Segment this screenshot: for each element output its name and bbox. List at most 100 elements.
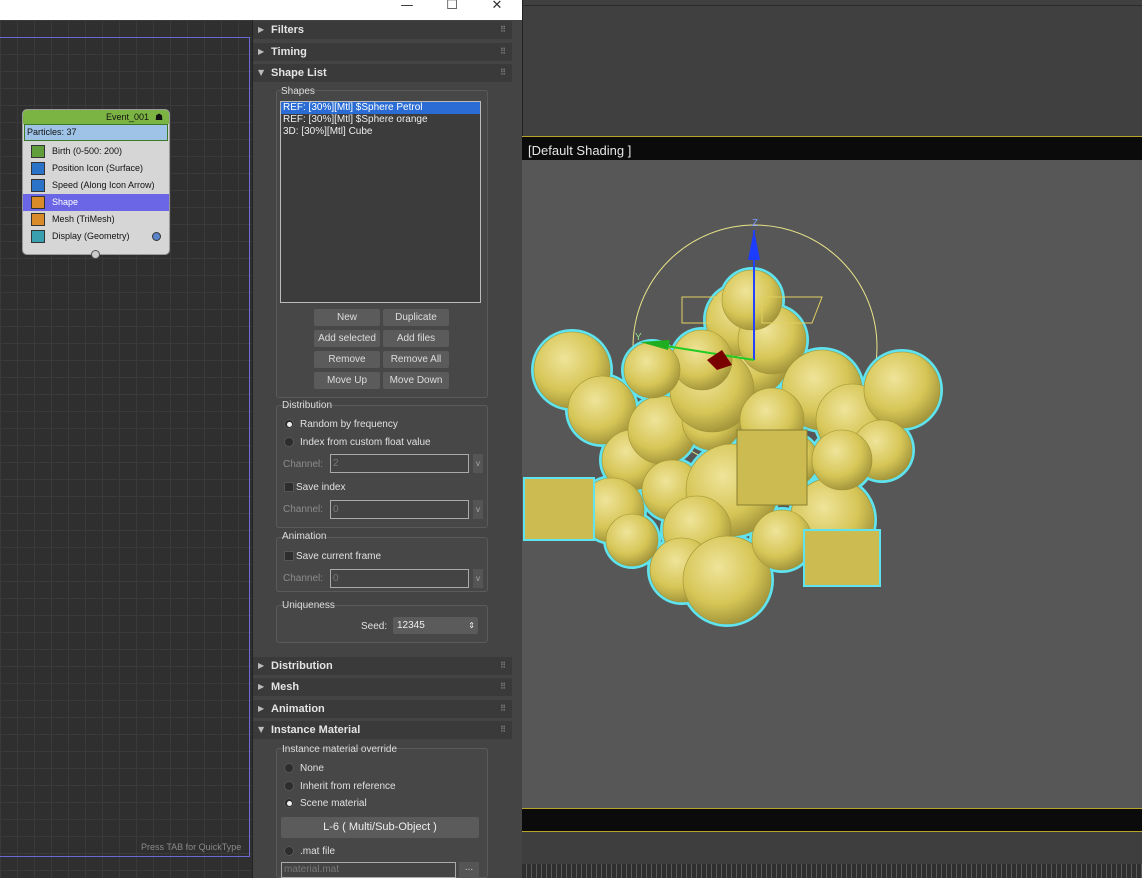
rollout-timing-label: Timing [271, 46, 307, 58]
rollout-distribution[interactable]: ▶ Distribution ⠿ [253, 657, 512, 675]
minimize-button[interactable]: — [390, 0, 424, 20]
add-selected-button[interactable]: Add selected [314, 330, 380, 347]
expand-arrow-icon: ▶ [258, 25, 265, 34]
rollout-filters[interactable]: ▶ Filters ⠿ [253, 21, 512, 39]
mat-file-field[interactable]: material.mat [281, 862, 456, 878]
viewport[interactable]: Z Y [522, 160, 1142, 808]
shape-icon [31, 196, 45, 209]
gizmo-z-arrow [748, 230, 760, 260]
grip-icon: ⠿ [500, 661, 506, 670]
custom-float-label: Index from custom float value [300, 437, 431, 448]
instance-material-title: Instance material override [282, 744, 398, 755]
channel-label: Channel: [283, 459, 324, 470]
event-node[interactable]: Event_001 ☗ Particles: 37 Birth (0-500: … [22, 109, 170, 255]
operator-label: Mesh (TriMesh) [52, 214, 115, 224]
material-none-label: None [300, 763, 324, 774]
list-item[interactable]: REF: [30%][Mtl] $Sphere orange [281, 114, 480, 126]
save-frame-checkbox[interactable] [284, 551, 294, 561]
birth-icon [31, 145, 45, 158]
quicktype-hint: Press TAB for QuickType [141, 842, 242, 852]
expand-arrow-icon: ▶ [258, 682, 265, 691]
list-item[interactable]: 3D: [30%][Mtl] Cube [281, 126, 480, 138]
operator-item[interactable]: Birth (0-500: 200) [23, 143, 169, 160]
operator-item[interactable]: Position Icon (Surface) [23, 160, 169, 177]
viewport-bottom-bar [522, 808, 1142, 832]
grip-icon: ⠿ [500, 25, 506, 34]
material-inherit-radio[interactable] [284, 781, 294, 791]
operator-label: Speed (Along Icon Arrow) [52, 180, 155, 190]
expand-arrow-icon: ▶ [258, 47, 265, 56]
list-item[interactable]: REF: [30%][Mtl] $Sphere Petrol [281, 102, 480, 114]
event-pin-icon[interactable]: ☗ [155, 112, 165, 122]
close-button[interactable]: ✕ [480, 0, 514, 20]
maximize-button[interactable]: ☐ [435, 0, 469, 20]
operator-label: Birth (0-500: 200) [52, 146, 123, 156]
remove-all-button[interactable]: Remove All [383, 351, 449, 368]
speed-icon [31, 179, 45, 192]
material-none-radio[interactable] [284, 763, 294, 773]
save-index-checkbox[interactable] [284, 482, 294, 492]
collapse-arrow-icon: ▼ [258, 68, 265, 77]
new-button[interactable]: New [314, 309, 380, 326]
channel-dropdown-arrow[interactable]: v [473, 454, 483, 473]
rollout-instance-material-label: Instance Material [271, 724, 361, 736]
add-files-button[interactable]: Add files [383, 330, 449, 347]
expand-arrow-icon: ▶ [258, 704, 265, 713]
operator-item[interactable]: Display (Geometry) [23, 228, 169, 245]
channel-dropdown-arrow[interactable]: v [473, 500, 483, 519]
move-down-button[interactable]: Move Down [383, 372, 449, 389]
distribution-group-title: Distribution [282, 400, 333, 411]
timeline-ruler[interactable] [522, 864, 1142, 878]
random-frequency-radio[interactable] [284, 419, 294, 429]
seed-spinner[interactable]: 12345 ⇕ [393, 617, 478, 634]
random-frequency-label: Random by frequency [300, 419, 398, 430]
channel-dropdown-arrow[interactable]: v [473, 569, 483, 588]
channel-field[interactable]: 2 [330, 454, 469, 473]
rollout-mesh[interactable]: ▶ Mesh ⠿ [253, 678, 512, 696]
mat-file-radio[interactable] [284, 846, 294, 856]
cube-particle [523, 477, 595, 541]
grip-icon: ⠿ [500, 704, 506, 713]
browse-button[interactable]: ... [459, 862, 479, 878]
material-scene-radio[interactable] [284, 798, 294, 808]
operator-item[interactable]: Shape [23, 194, 169, 211]
seed-value: 12345 [397, 620, 425, 631]
move-up-button[interactable]: Move Up [314, 372, 380, 389]
rollout-shape-list-label: Shape List [271, 67, 327, 79]
save-frame-label: Save current frame [296, 551, 382, 562]
shapes-listbox[interactable]: REF: [30%][Mtl] $Sphere Petrol REF: [30%… [280, 101, 481, 303]
rollout-timing[interactable]: ▶ Timing ⠿ [253, 43, 512, 61]
operator-item[interactable]: Speed (Along Icon Arrow) [23, 177, 169, 194]
seed-label: Seed: [361, 621, 388, 632]
rollout-shape-list[interactable]: ▼ Shape List ⠿ [253, 64, 512, 82]
viewport-scene: Z Y [523, 218, 943, 627]
spinner-arrows-icon[interactable]: ⇕ [468, 617, 475, 634]
remove-button[interactable]: Remove [314, 351, 380, 368]
event-output-socket[interactable] [91, 250, 100, 259]
operator-item[interactable]: Mesh (TriMesh) [23, 211, 169, 228]
mat-file-label: .mat file [300, 846, 336, 857]
shapes-group-title: Shapes [281, 86, 315, 97]
save-index-label: Save index [296, 482, 346, 493]
custom-float-radio[interactable] [284, 437, 294, 447]
divider [522, 5, 1142, 6]
grip-icon: ⠿ [500, 725, 506, 734]
channel-field[interactable]: 0 [330, 569, 469, 588]
rollout-instance-material[interactable]: ▼ Instance Material ⠿ [253, 721, 512, 739]
display-color-swatch[interactable] [152, 232, 161, 241]
rollout-animation[interactable]: ▶ Animation ⠿ [253, 700, 512, 718]
sphere-particle [863, 351, 941, 429]
event-node-header[interactable]: Event_001 [23, 110, 169, 124]
sphere-particle [623, 341, 681, 399]
operator-label: Position Icon (Surface) [52, 163, 144, 173]
scene-material-button[interactable]: L-6 ( Multi/Sub-Object ) [281, 817, 479, 838]
operator-label: Display (Geometry) [52, 231, 130, 241]
rollout-distribution-label: Distribution [271, 660, 333, 672]
duplicate-button[interactable]: Duplicate [383, 309, 449, 326]
gizmo-z-label: Z [752, 218, 758, 229]
material-scene-label: Scene material [300, 798, 367, 809]
channel-field[interactable]: 0 [330, 500, 469, 519]
viewport-shading-label[interactable]: [Default Shading ] [528, 143, 631, 158]
grip-icon: ⠿ [500, 682, 506, 691]
rollout-filters-label: Filters [271, 24, 305, 36]
